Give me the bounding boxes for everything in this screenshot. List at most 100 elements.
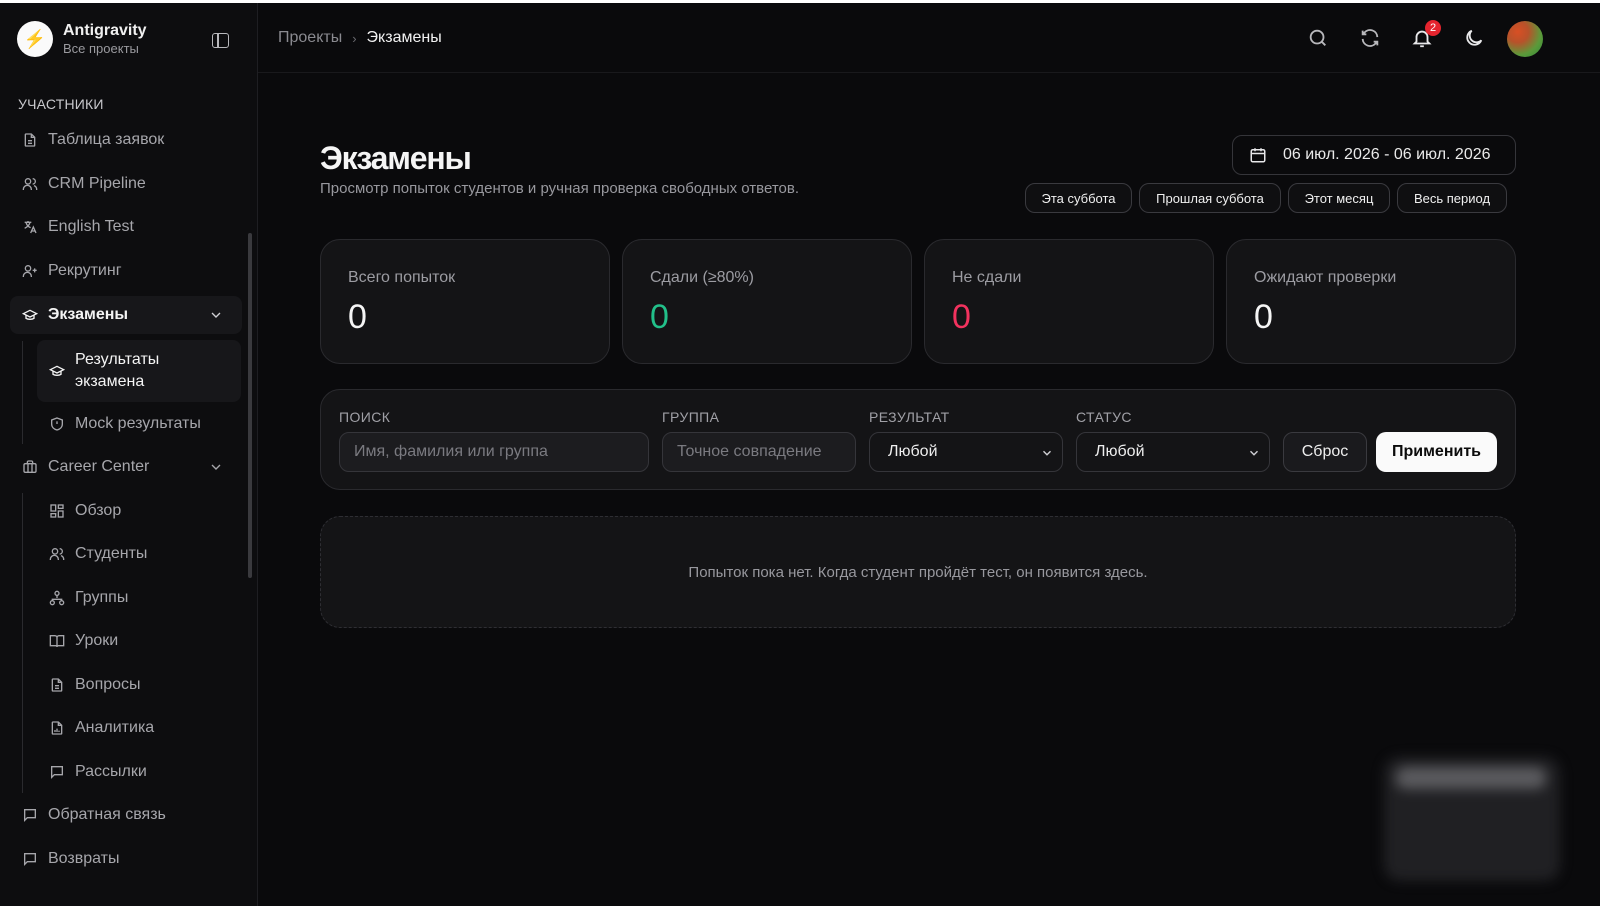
refresh-icon[interactable]: [1358, 26, 1382, 50]
empty-state-text: Попыток пока нет. Когда студент пройдёт …: [688, 563, 1148, 581]
sidebar-subitem-mailings[interactable]: Рассылки: [37, 753, 241, 791]
sidebar-subitem-questions[interactable]: Вопросы: [37, 666, 241, 704]
page-subtitle: Просмотр попыток студентов и ручная пров…: [320, 180, 799, 197]
sidebar-item-english-test[interactable]: English Test: [10, 208, 242, 246]
briefcase-icon: [22, 459, 38, 475]
sidebar-item-label: CRM Pipeline: [48, 175, 146, 192]
sidebar-subitem-lessons[interactable]: Уроки: [37, 622, 241, 660]
breadcrumb-current: Экзамены: [366, 29, 442, 46]
sidebar-item-exams[interactable]: Экзамены: [10, 296, 242, 334]
users-icon: [49, 546, 65, 562]
quick-filter-this-month[interactable]: Этот месяц: [1288, 183, 1390, 213]
sidebar-subitem-overview[interactable]: Обзор: [37, 492, 241, 530]
graduation-cap-icon: [22, 307, 38, 323]
sidebar-item-label: Career Center: [48, 458, 150, 475]
result-select[interactable]: Любой: [869, 432, 1063, 472]
sidebar-item-label: Результаты экзамена: [75, 351, 160, 390]
sidebar-item-label: Возвраты: [48, 850, 120, 867]
stat-value: 0: [348, 298, 367, 336]
filters-panel: ПОИСК ГРУППА РЕЗУЛЬТАТ Любой СТАТУС Любо…: [320, 389, 1516, 490]
date-range-value: 06 июл. 2026 - 06 июл. 2026: [1283, 146, 1491, 163]
sidebar-item-label: Обратная связь: [48, 806, 166, 823]
apply-button[interactable]: Применить: [1376, 432, 1497, 472]
chevron-down-icon: [1043, 450, 1051, 456]
sidebar-subitem-groups[interactable]: Группы: [37, 579, 241, 617]
translate-icon: [22, 219, 38, 235]
chevron-down-icon: [1250, 450, 1258, 456]
sidebar-item-label: Рекрутинг: [48, 262, 122, 279]
shield-icon: [49, 416, 65, 432]
tree-line: [22, 341, 23, 444]
stat-label: Всего попыток: [348, 269, 456, 286]
sidebar-subitem-exam-results[interactable]: Результаты экзамена: [37, 340, 241, 402]
avatar[interactable]: [1507, 21, 1543, 57]
sidebar-toggle-icon[interactable]: [212, 33, 229, 48]
status-label: СТАТУС: [1076, 409, 1132, 425]
sidebar-item-label: Аналитика: [75, 719, 155, 736]
sidebar-item-label: Уроки: [75, 632, 119, 649]
result-label: РЕЗУЛЬТАТ: [869, 409, 950, 425]
status-select[interactable]: Любой: [1076, 432, 1270, 472]
document-icon: [22, 132, 38, 148]
stat-value: 0: [952, 298, 971, 336]
sidebar-item-label: Таблица заявок: [48, 131, 165, 148]
lightning-icon: ⚡: [17, 21, 53, 57]
message-icon: [22, 851, 38, 867]
breadcrumb-projects[interactable]: Проекты: [278, 29, 342, 47]
sidebar-scrollbar[interactable]: [248, 233, 252, 578]
document-icon: [49, 677, 65, 693]
book-icon: [49, 633, 65, 649]
search-label: ПОИСК: [339, 409, 391, 425]
calendar-icon: [1250, 148, 1266, 163]
sidebar-subitem-analytics[interactable]: Аналитика: [37, 709, 241, 747]
brand-name: Antigravity: [63, 22, 147, 39]
brand-subtitle: Все проекты: [63, 41, 139, 56]
sidebar-item-recruiting[interactable]: Рекрутинг: [10, 252, 242, 290]
sidebar-item-label: Вопросы: [75, 676, 141, 693]
stat-value: 0: [1254, 298, 1273, 336]
sidebar-item-label: Группы: [75, 589, 129, 606]
stat-label: Сдали (≥80%): [650, 269, 754, 286]
reset-button[interactable]: Сброс: [1283, 432, 1367, 472]
floating-widget[interactable]: [1384, 757, 1560, 881]
sidebar-item-label: Экзамены: [48, 306, 129, 323]
sidebar-item-feedback[interactable]: Обратная связь: [10, 796, 242, 834]
chevron-down-icon: [211, 312, 221, 318]
message-icon: [22, 807, 38, 823]
sidebar-item-career-center[interactable]: Career Center: [10, 448, 242, 486]
stat-card-total: Всего попыток 0: [320, 239, 610, 364]
bell-icon[interactable]: 2: [1410, 20, 1441, 50]
group-input[interactable]: [662, 432, 856, 472]
chevron-right-icon: ›: [352, 30, 357, 46]
user-plus-icon: [22, 263, 38, 279]
date-range-picker[interactable]: 06 июл. 2026 - 06 июл. 2026: [1232, 135, 1516, 175]
users-icon: [22, 176, 38, 192]
graduation-cap-icon: [49, 363, 65, 379]
search-icon[interactable]: [1306, 26, 1330, 50]
quick-filter-all-time[interactable]: Весь период: [1397, 183, 1507, 213]
sidebar: ⚡ Antigravity Все проекты УЧАСТНИКИ Табл…: [0, 3, 258, 906]
notification-badge: 2: [1425, 20, 1441, 36]
project-switcher[interactable]: ⚡ Antigravity Все проекты: [17, 21, 147, 57]
network-icon: [49, 590, 65, 606]
stat-card-pending: Ожидают проверки 0: [1226, 239, 1516, 364]
quick-filter-last-saturday[interactable]: Прошлая суббота: [1139, 183, 1281, 213]
sidebar-item-label: English Test: [48, 218, 134, 235]
stat-card-failed: Не сдали 0: [924, 239, 1214, 364]
chevron-down-icon: [211, 464, 221, 470]
moon-icon[interactable]: [1462, 26, 1486, 50]
sidebar-item-refunds[interactable]: Возвраты: [10, 840, 242, 878]
search-input[interactable]: [339, 432, 649, 472]
sidebar-item-label: Студенты: [75, 545, 148, 562]
sidebar-item-label: Mock результаты: [75, 415, 201, 432]
top-header: Проекты › Экзамены 2: [258, 3, 1600, 73]
dashboard-icon: [49, 503, 65, 519]
sidebar-item-applications[interactable]: Таблица заявок: [10, 121, 242, 159]
sidebar-item-crm[interactable]: CRM Pipeline: [10, 165, 242, 203]
stat-label: Ожидают проверки: [1254, 269, 1397, 286]
sidebar-subitem-mock-results[interactable]: Mock результаты: [37, 405, 241, 443]
sidebar-item-label: Обзор: [75, 502, 122, 519]
chart-file-icon: [49, 720, 65, 736]
sidebar-subitem-students[interactable]: Студенты: [37, 535, 241, 573]
quick-filter-this-saturday[interactable]: Эта суббота: [1025, 183, 1132, 213]
